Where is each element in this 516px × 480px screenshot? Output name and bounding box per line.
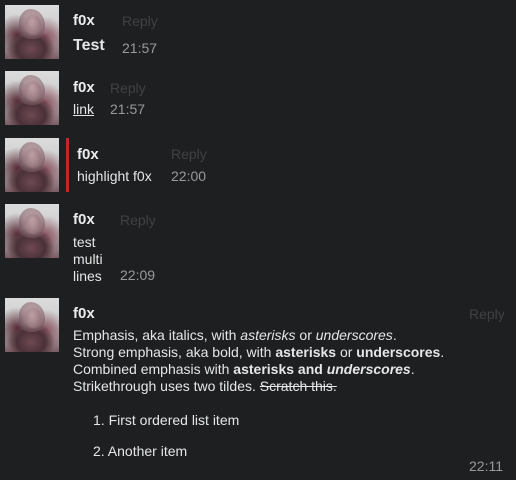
author-name[interactable]: f0x [73, 12, 95, 29]
message: f0x Reply Emphasis, aka italics, with as… [0, 298, 516, 478]
md-text: . [392, 327, 397, 343]
md-text: . [440, 344, 445, 360]
message-text: Test [73, 37, 105, 54]
timestamp: 22:00 [171, 168, 207, 184]
md-bold: asterisks and [233, 361, 327, 377]
message-text: highlight f0x [77, 168, 152, 184]
md-text: or [295, 327, 316, 343]
message-line: multi [73, 251, 103, 267]
md-italic: asterisks [240, 327, 296, 343]
ordered-list-item: 2. Another item [93, 443, 188, 459]
avatar[interactable] [5, 204, 59, 258]
message-link[interactable]: link [73, 101, 94, 118]
ordered-list-item: 1. First ordered list item [93, 412, 240, 428]
timestamp: 22:09 [120, 267, 156, 283]
message-highlighted: f0x Reply highlight f0x 22:00 [0, 138, 516, 194]
md-bold-italic: underscores [327, 361, 411, 377]
md-text: Strong emphasis, aka bold, with [73, 344, 276, 360]
timestamp: 21:57 [110, 101, 146, 117]
md-text: Emphasis, aka italics, with [73, 327, 241, 343]
md-bold: asterisks [275, 344, 337, 360]
md-italic: underscores [315, 327, 393, 343]
reply-button[interactable]: Reply [122, 13, 158, 29]
md-line-italics: Emphasis, aka italics, with asterisks or… [73, 327, 444, 344]
message: f0x Reply Test 21:57 [0, 5, 516, 61]
timestamp: 21:57 [122, 40, 158, 56]
highlight-bar [66, 138, 69, 192]
message-line: test [73, 234, 96, 250]
md-strikethrough: Scratch this. [259, 378, 337, 394]
author-name[interactable]: f0x [73, 79, 95, 96]
author-name[interactable]: f0x [77, 146, 99, 163]
markdown-body: Emphasis, aka italics, with asterisks or… [73, 327, 444, 395]
reply-button[interactable]: Reply [469, 306, 505, 322]
chat-timeline: f0x Reply Test 21:57 f0x Reply link 21:5… [0, 0, 516, 480]
md-line-strike: Strikethrough uses two tildes. Scratch t… [73, 378, 444, 395]
timestamp: 22:11 [469, 458, 503, 474]
author-name[interactable]: f0x [73, 305, 95, 322]
md-bold: underscores [356, 344, 441, 360]
avatar[interactable] [5, 298, 59, 352]
md-text: . [410, 361, 415, 377]
md-line-combined: Combined emphasis with asterisks and und… [73, 361, 444, 378]
avatar[interactable] [5, 138, 59, 192]
md-text: Combined emphasis with [73, 361, 234, 377]
message-line: lines [73, 268, 102, 284]
avatar[interactable] [5, 71, 59, 125]
avatar[interactable] [5, 5, 59, 59]
md-text: or [336, 344, 357, 360]
message: f0x Reply link 21:57 [0, 71, 516, 127]
md-line-bold: Strong emphasis, aka bold, with asterisk… [73, 344, 444, 361]
reply-button[interactable]: Reply [120, 212, 156, 228]
md-italic: underscores [326, 361, 411, 377]
reply-button[interactable]: Reply [171, 146, 207, 162]
author-name[interactable]: f0x [73, 211, 95, 228]
md-text: Strikethrough uses two tildes. [73, 378, 260, 394]
message: f0x Reply test multi lines 22:09 [0, 204, 516, 284]
reply-button[interactable]: Reply [110, 80, 146, 96]
